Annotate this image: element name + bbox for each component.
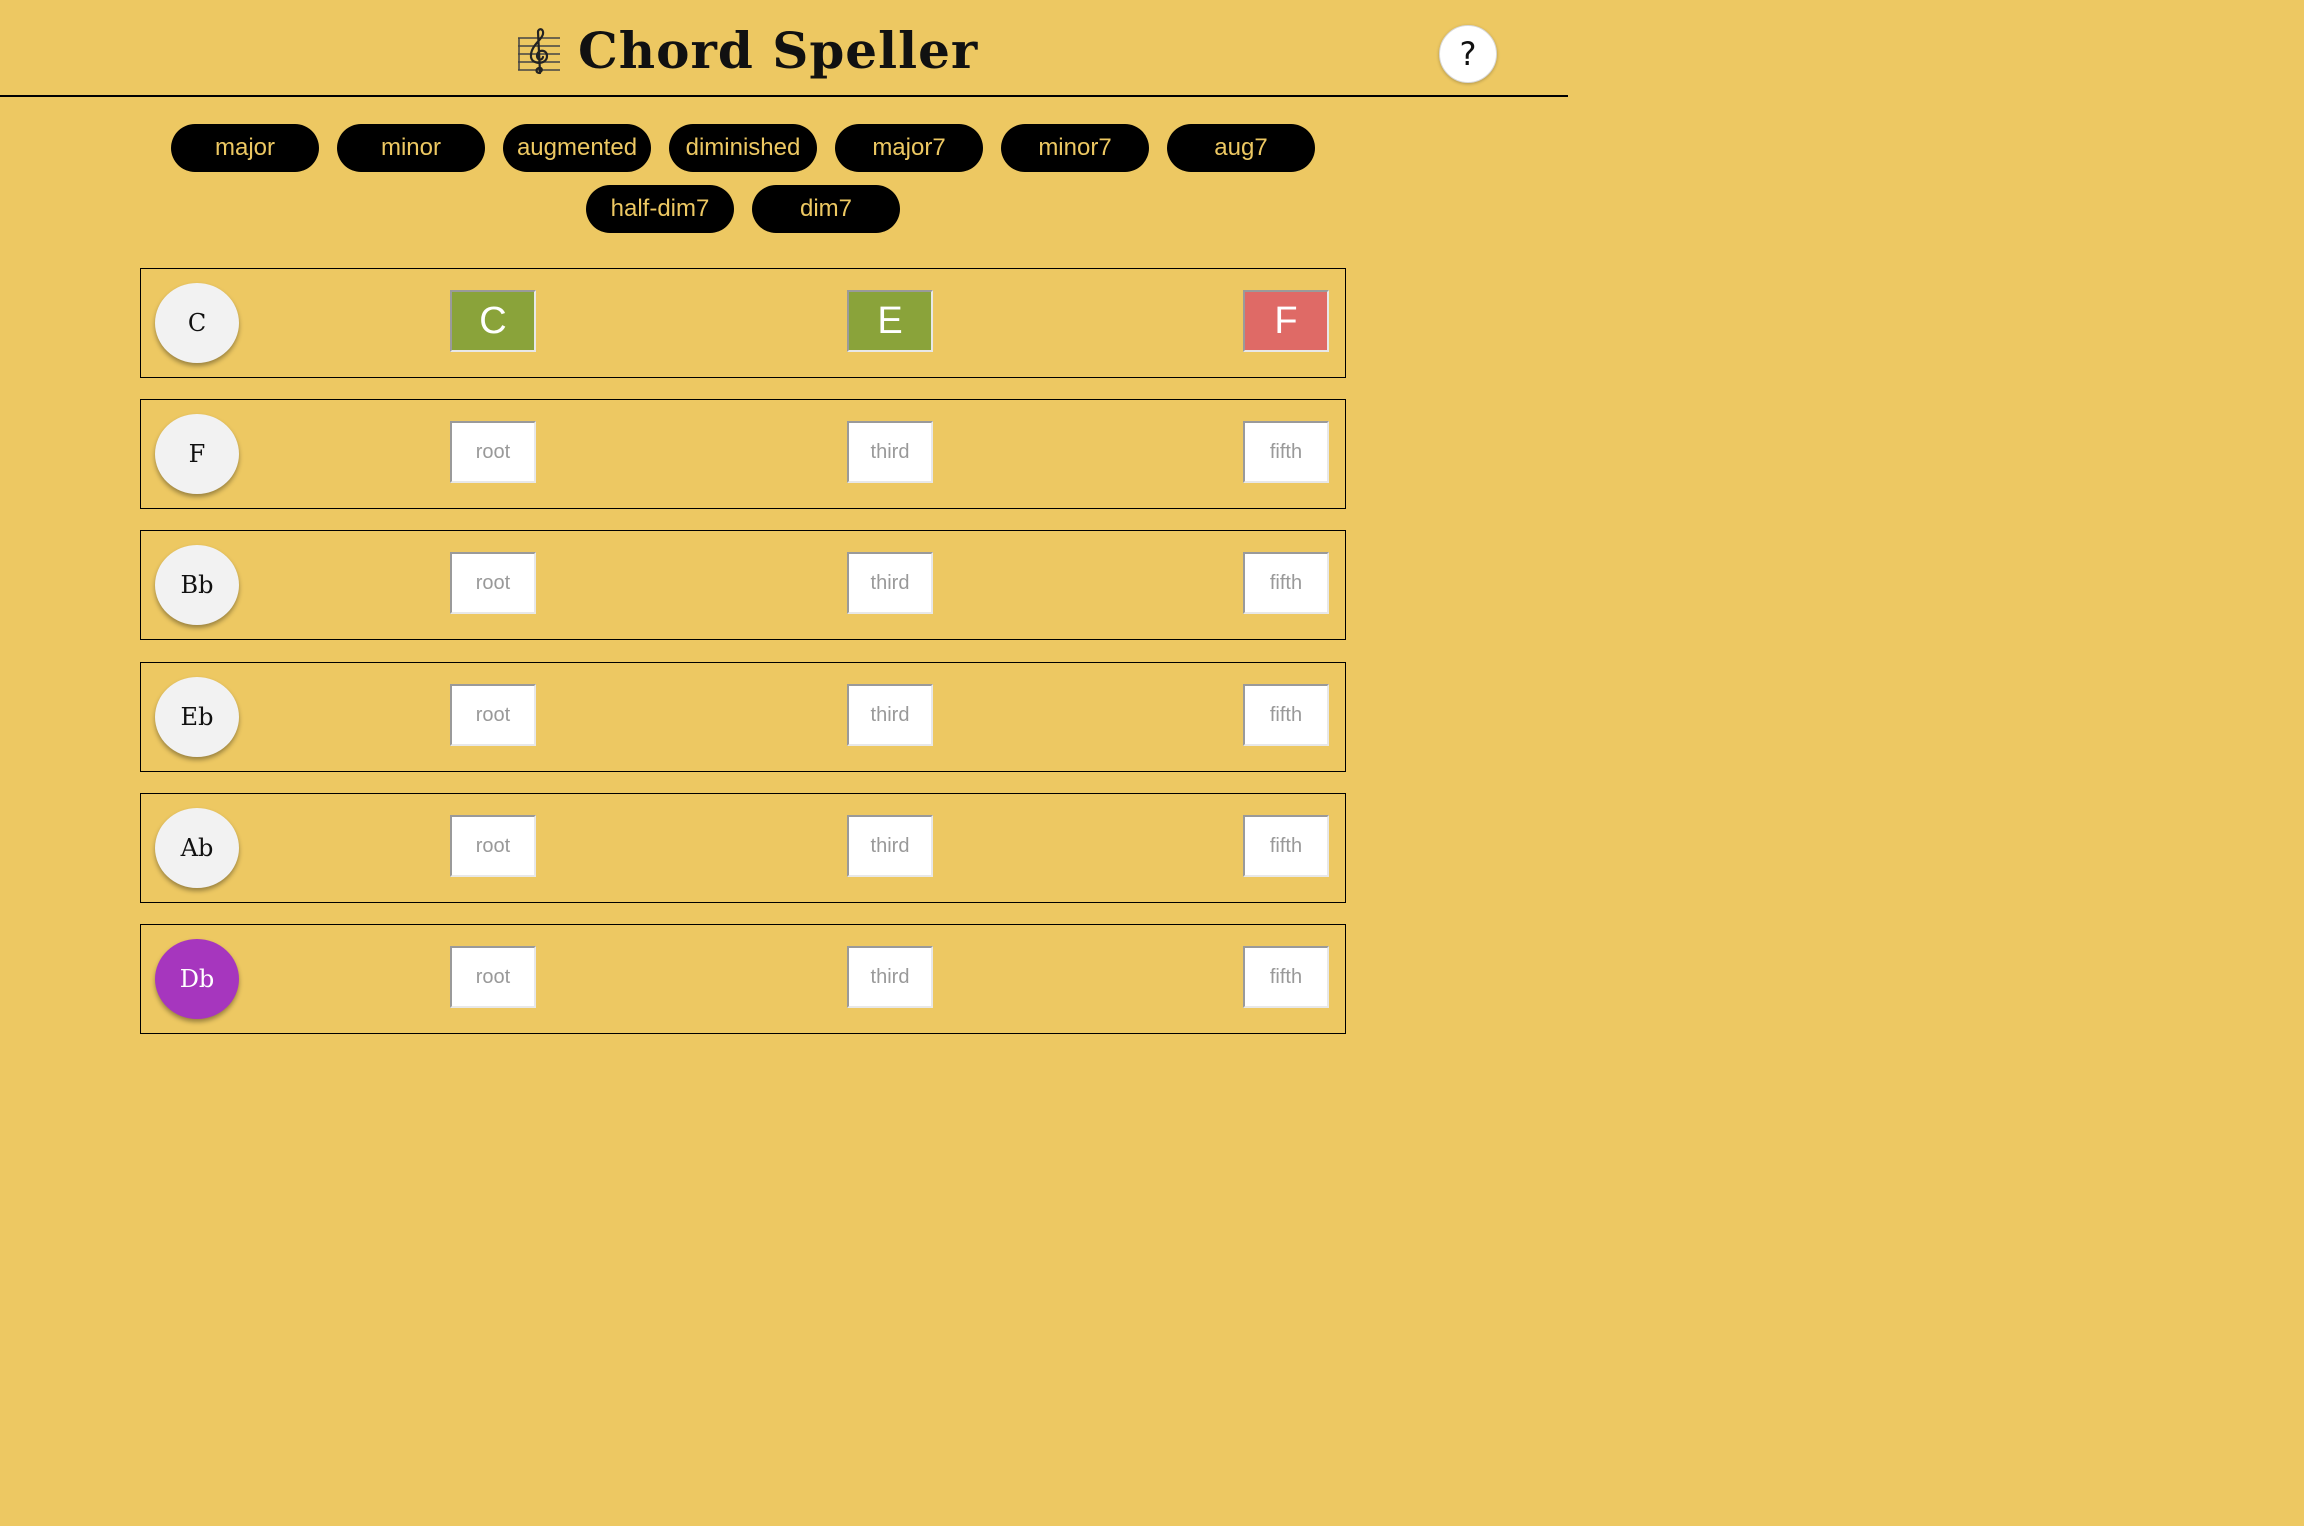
fifth-slot[interactable]: fifth [1243, 946, 1329, 1008]
fifth-slot[interactable]: fifth [1243, 552, 1329, 614]
chord-row-f: F root third fifth [140, 399, 1346, 509]
chord-type-minor-button[interactable]: minor [337, 124, 485, 172]
note-button-ab[interactable]: Ab [155, 808, 239, 888]
note-button-c[interactable]: C [155, 283, 239, 363]
third-slot[interactable]: third [847, 946, 933, 1008]
note-button-eb[interactable]: Eb [155, 677, 239, 757]
third-slot[interactable]: E [847, 290, 933, 352]
root-slot[interactable]: root [450, 552, 536, 614]
fifth-slot[interactable]: fifth [1243, 815, 1329, 877]
app-header: Chord Speller ? [0, 0, 1568, 97]
chord-row-db: Db root third fifth [140, 924, 1346, 1034]
chord-type-aug7-button[interactable]: aug7 [1167, 124, 1315, 172]
root-slot[interactable]: root [450, 946, 536, 1008]
third-slot[interactable]: third [847, 815, 933, 877]
chord-type-augmented-button[interactable]: augmented [503, 124, 651, 172]
treble-clef-icon [518, 28, 560, 75]
third-slot[interactable]: third [847, 552, 933, 614]
third-slot[interactable]: third [847, 684, 933, 746]
third-slot[interactable]: third [847, 421, 933, 483]
chord-type-major-button[interactable]: major [171, 124, 319, 172]
chord-row-ab: Ab root third fifth [140, 793, 1346, 903]
page-title: Chord Speller [516, 20, 978, 82]
chord-type-half-dim7-button[interactable]: half-dim7 [586, 185, 734, 233]
note-button-bb[interactable]: Bb [155, 545, 239, 625]
chord-type-major7-button[interactable]: major7 [835, 124, 983, 172]
root-slot[interactable]: root [450, 684, 536, 746]
chord-type-minor7-button[interactable]: minor7 [1001, 124, 1149, 172]
chord-row-eb: Eb root third fifth [140, 662, 1346, 772]
app-title: Chord Speller [578, 21, 979, 80]
root-slot[interactable]: root [450, 815, 536, 877]
root-slot[interactable]: root [450, 421, 536, 483]
help-button[interactable]: ? [1439, 25, 1497, 83]
root-slot[interactable]: C [450, 290, 536, 352]
fifth-slot[interactable]: fifth [1243, 421, 1329, 483]
chord-row-c: C C E F [140, 268, 1346, 378]
chord-type-diminished-button[interactable]: diminished [669, 124, 817, 172]
note-button-f[interactable]: F [155, 414, 239, 494]
fifth-slot[interactable]: fifth [1243, 684, 1329, 746]
chord-type-dim7-button[interactable]: dim7 [752, 185, 900, 233]
chord-row-bb: Bb root third fifth [140, 530, 1346, 640]
note-button-db[interactable]: Db [155, 939, 239, 1019]
fifth-slot[interactable]: F [1243, 290, 1329, 352]
